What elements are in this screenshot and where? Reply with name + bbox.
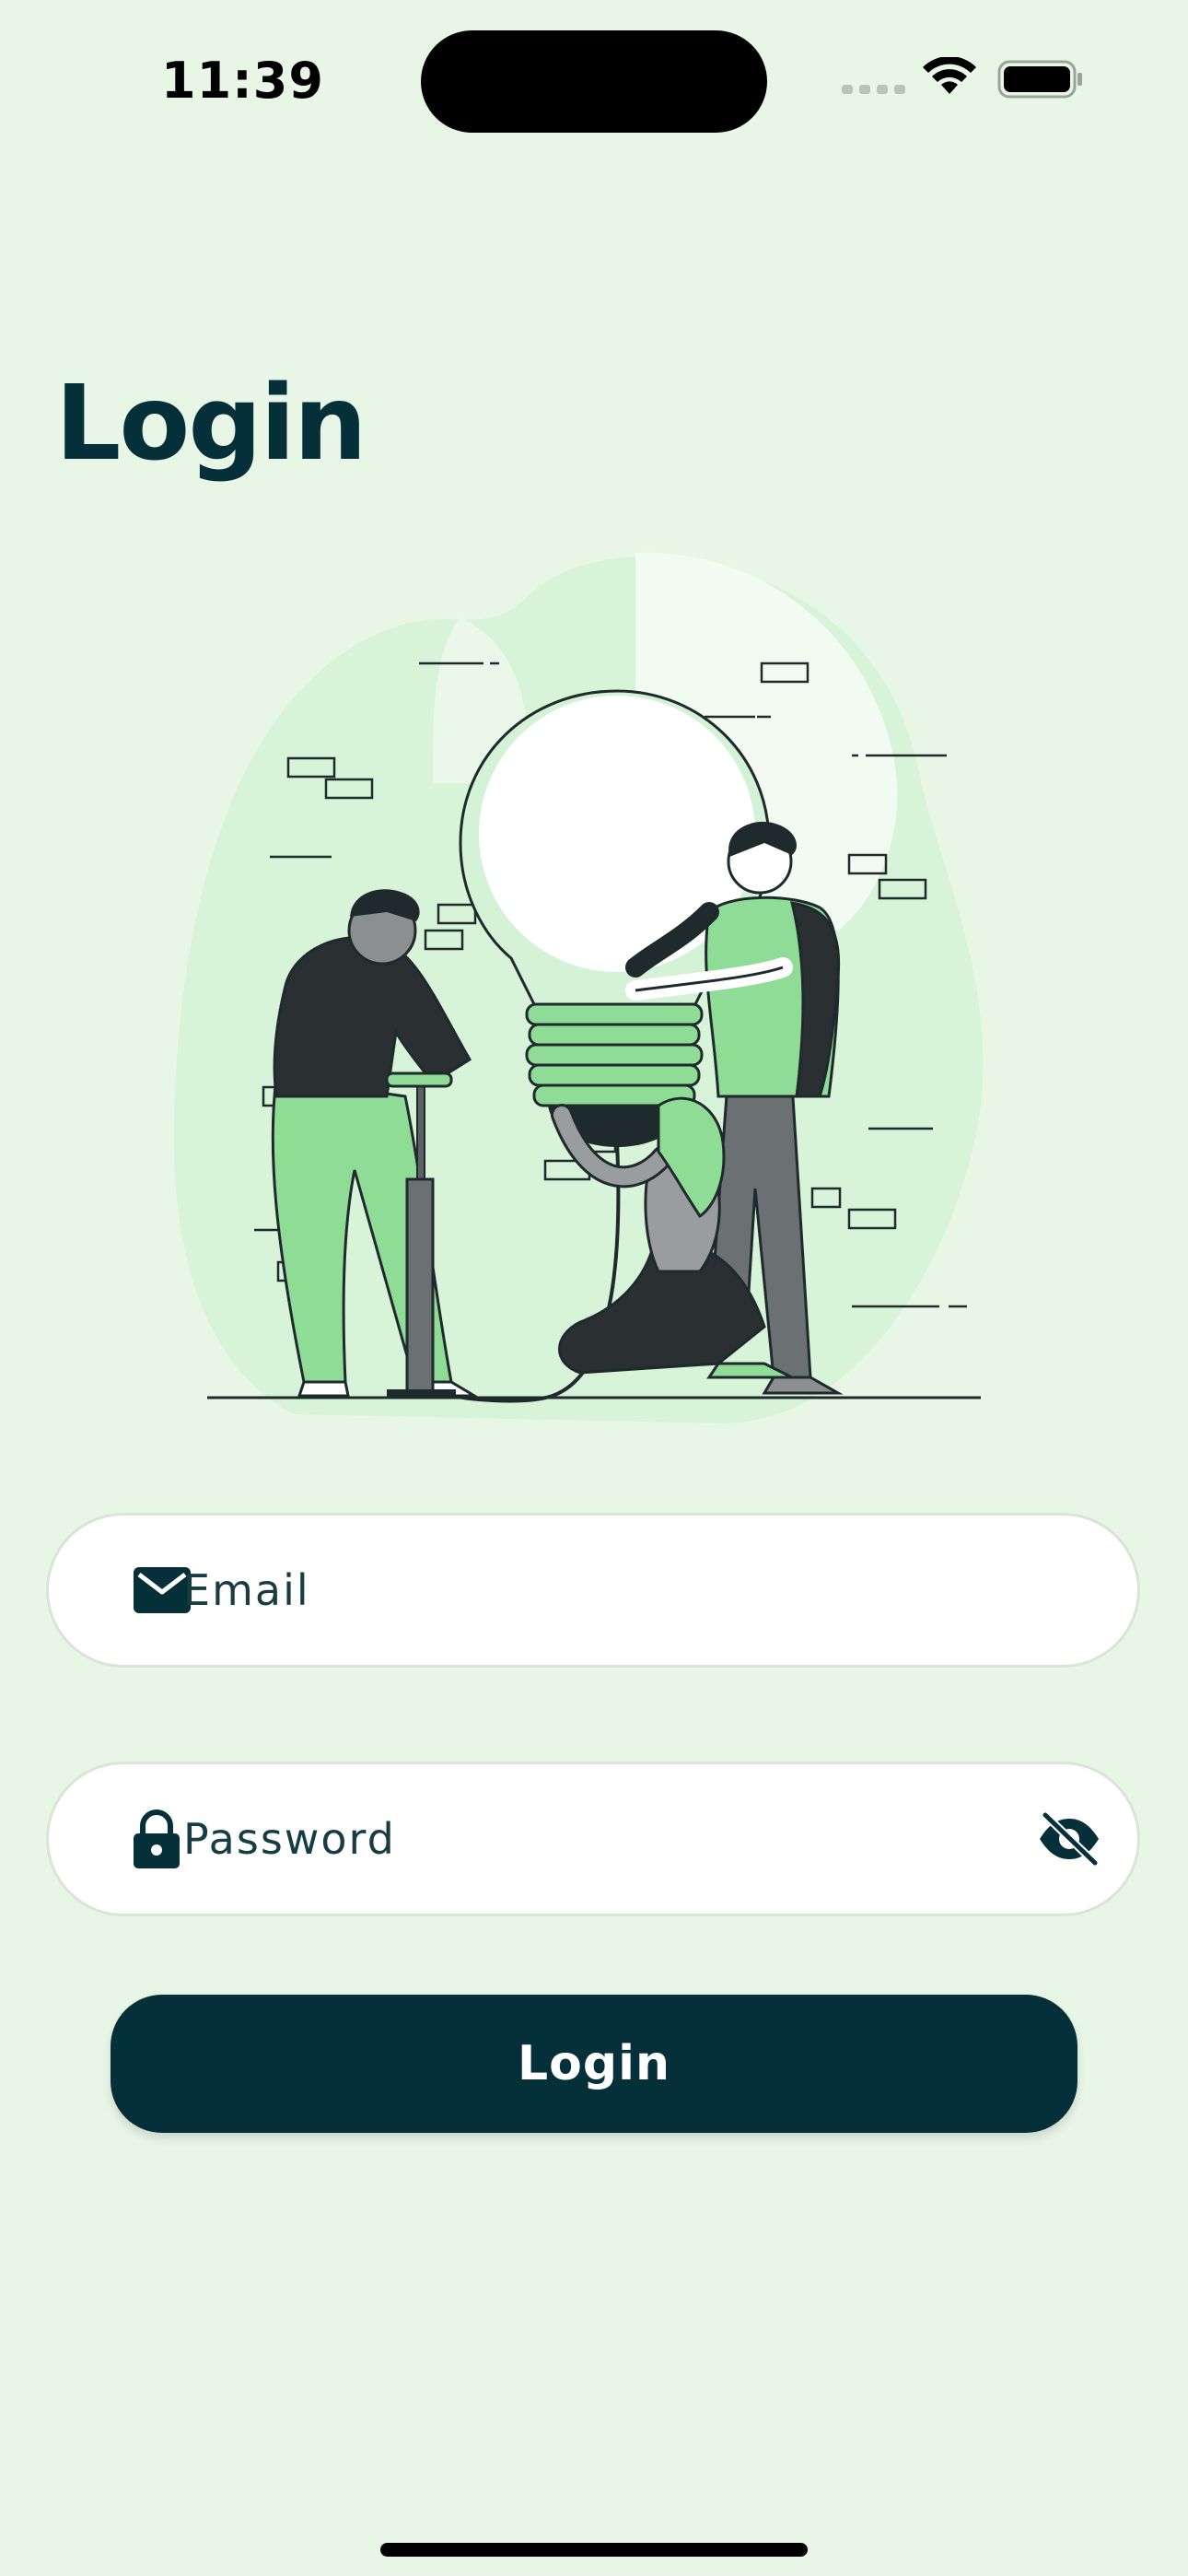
home-indicator[interactable] [380,2543,808,2557]
page-title: Login [55,364,367,484]
status-time: 11:39 [161,52,324,110]
envelope-icon [134,1567,191,1613]
password-input[interactable] [183,1764,1031,1914]
email-field-container[interactable] [46,1513,1140,1668]
lock-icon [134,1809,180,1868]
eye-slash-icon[interactable] [1036,1809,1102,1868]
battery-icon [997,60,1082,99]
wifi-icon [923,57,976,94]
lightbulb-team-illustration [173,552,984,1423]
email-input[interactable] [183,1516,1031,1665]
login-button[interactable]: Login [111,1995,1077,2133]
status-bar: 11:39 [0,0,1188,157]
cellular-signal-icon [842,85,905,94]
dynamic-island [421,30,767,133]
password-field-container[interactable] [46,1762,1140,1916]
